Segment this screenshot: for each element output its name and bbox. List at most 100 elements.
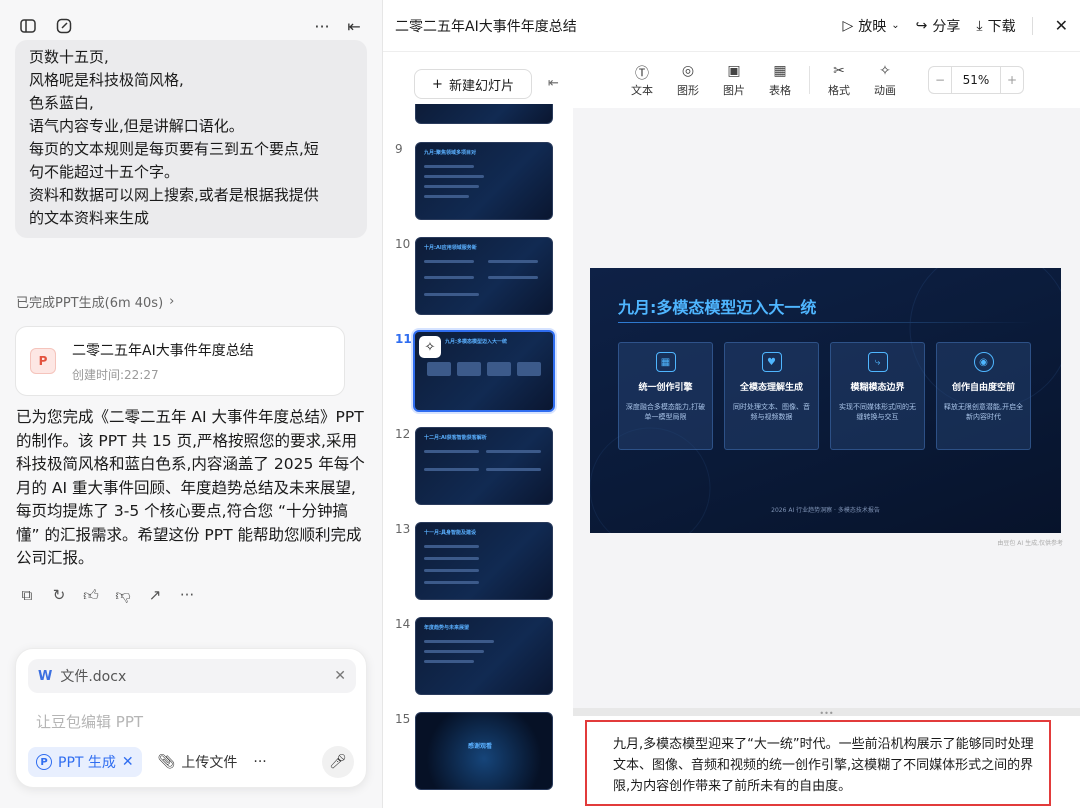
new-slide-button[interactable]: + 新建幻灯片 bbox=[414, 69, 532, 99]
new-slide-label: 新建幻灯片 bbox=[448, 78, 514, 94]
current-slide[interactable]: 九月:多模态模型迈入大一统 ▦ 统一创作引擎 深度融合多模态能力,打破单一模型局… bbox=[590, 268, 1061, 533]
upload-file-button[interactable]: 📎︎ 上传文件 bbox=[158, 752, 238, 772]
paperclip-icon: 📎︎ bbox=[157, 754, 176, 770]
user-message-line: 语气内容专业,但是讲解口语化。 bbox=[29, 117, 244, 135]
thumb-title: 九月:聚焦领域多项目对 bbox=[424, 150, 477, 156]
composer: W 文件.docx ✕ 让豆包编辑 PPT P PPT 生成 ✕ 📎︎ 上传文件… bbox=[15, 648, 367, 788]
animation-tool[interactable]: ✧ 动画 bbox=[862, 63, 908, 98]
composer-input[interactable]: 让豆包编辑 PPT bbox=[36, 711, 143, 732]
close-icon[interactable]: ✕ bbox=[1055, 16, 1068, 35]
slide-number: 14 bbox=[395, 617, 411, 631]
text-tool-label: 文本 bbox=[631, 83, 653, 97]
share-icon: ↪ bbox=[915, 17, 928, 34]
generation-status[interactable]: 已完成PPT生成(6m 40s) › bbox=[16, 292, 174, 311]
slide-thumbnail[interactable]: 十月:AI应用领域服务新 bbox=[415, 237, 553, 315]
more-actions-icon[interactable]: ··· bbox=[178, 586, 196, 604]
user-message: 页数十五页, 风格呢是科技极简风格, 色系蓝白, 语气内容专业,但是讲解口语化。… bbox=[15, 40, 367, 238]
user-message-line: 句不能超过十五个字。 bbox=[29, 163, 180, 181]
format-tool-label: 格式 bbox=[828, 83, 850, 97]
user-message-line: 的文本资料来生成 bbox=[29, 209, 150, 227]
slide-thumbnail[interactable]: 十一月:具身智能及建设 bbox=[415, 522, 553, 600]
document-title: 二零二五年AI大事件年度总结 bbox=[395, 18, 577, 35]
ppt-mode-icon: P bbox=[36, 754, 52, 770]
ppt-mode-chip[interactable]: P PPT 生成 ✕ bbox=[28, 747, 142, 777]
ppt-editor: 二零二五年AI大事件年度总结 ▷ 放映 ⌄ ↪ 分享 ⤓ 下载 ✕ + 新建幻灯… bbox=[383, 0, 1080, 808]
notes-resize-handle[interactable]: ••• bbox=[573, 708, 1080, 718]
animation-tool-label: 动画 bbox=[874, 83, 896, 97]
slide-footer: 2026 AI 行业趋势洞察 · 多模态技术报告 bbox=[771, 507, 880, 514]
feature-card: ⤷ 模糊模态边界 实现不同媒体形式间的无缝转换与交互 bbox=[830, 342, 925, 450]
shape-tool-label: 图形 bbox=[677, 83, 699, 97]
remove-attachment-icon[interactable]: ✕ bbox=[334, 668, 346, 684]
format-tool[interactable]: ✂ 格式 bbox=[816, 63, 862, 98]
more-icon[interactable]: ··· bbox=[310, 14, 334, 38]
download-label: 下载 bbox=[987, 18, 1016, 35]
play-button[interactable]: ▷ 放映 ⌄ bbox=[842, 16, 899, 36]
slide-thumbnail[interactable]: 年度趋势与未来展望 bbox=[415, 617, 553, 695]
collapse-panel-icon[interactable]: ⇤ bbox=[342, 14, 366, 38]
sidebar-toggle-icon[interactable] bbox=[16, 14, 40, 38]
slide-thumbnail[interactable] bbox=[415, 104, 553, 124]
image-tool[interactable]: ▣ 图片 bbox=[711, 63, 757, 98]
share-button[interactable]: ↪ 分享 bbox=[916, 16, 961, 36]
zoom-in-button[interactable]: + bbox=[1001, 73, 1023, 87]
copy-icon[interactable]: ⧉ bbox=[18, 586, 36, 604]
card-title: 统一创作引擎 bbox=[638, 383, 693, 393]
thumbs-down-icon[interactable]: 👎︎ bbox=[114, 586, 132, 604]
thumb-title: 十一月:具身智能及建设 bbox=[424, 530, 477, 536]
slide-number: 13 bbox=[395, 522, 411, 536]
ai-generated-note: 由豆包 AI 生成,仅供参考 bbox=[997, 540, 1063, 547]
slide-thumbnail[interactable]: 九月:聚焦领域多项目对 bbox=[415, 142, 553, 220]
image-tool-label: 图片 bbox=[723, 83, 745, 97]
file-name: 二零二五年AI大事件年度总结 bbox=[72, 342, 254, 359]
chip-icon: ▦ bbox=[655, 352, 676, 372]
slide-thumbnails: + 新建幻灯片 ⇤ 9 九月:聚焦领域多项目对 10 十月:AI应用领域服务新 … bbox=[383, 52, 573, 808]
route-icon: ⤷ bbox=[867, 352, 888, 372]
thumb-title: 年度趋势与未来展望 bbox=[424, 625, 470, 631]
speaker-notes[interactable]: 九月,多模态模型迎来了“大一统”时代。一些前沿机构展示了能够同时处理文本、图像、… bbox=[585, 720, 1051, 806]
card-desc: 同时处理文本、图像、音频与视频数据 bbox=[733, 403, 810, 421]
zoom-control: − 51% + bbox=[928, 66, 1024, 94]
slide-thumbnail[interactable]: 感谢观看 bbox=[415, 712, 553, 790]
ppt-file-card[interactable]: P 二零二五年AI大事件年度总结 创建时间:22:27 bbox=[15, 326, 345, 396]
thumb-title: 十二月:AI获客智能获客解析 bbox=[424, 435, 487, 441]
ai-sparkle-icon[interactable]: ✧ bbox=[419, 336, 441, 358]
shape-tool[interactable]: ◎ 图形 bbox=[665, 63, 711, 98]
slide-thumbnail-active[interactable]: 九月:多模态模型迈入大一统 ✧ bbox=[413, 330, 555, 412]
slide-number: 15 bbox=[395, 712, 411, 726]
collapse-thumbnails-icon[interactable]: ⇤ bbox=[548, 76, 559, 91]
slide-thumbnail[interactable]: 十二月:AI获客智能获客解析 bbox=[415, 427, 553, 505]
play-icon: ▷ bbox=[842, 17, 854, 34]
table-tool[interactable]: ▦ 表格 bbox=[757, 63, 803, 98]
zoom-out-button[interactable]: − bbox=[929, 73, 951, 87]
composer-toolbar: P PPT 生成 ✕ 📎︎ 上传文件 ··· 🎤︎ bbox=[28, 746, 354, 778]
feature-card: ◉ 创作自由度空前 释放无限创意潜能,开启全新内容时代 bbox=[936, 342, 1031, 450]
format-brush-icon: ✂ bbox=[833, 62, 845, 79]
regenerate-icon[interactable]: ↻ bbox=[50, 586, 68, 604]
thumb-title: 十月:AI应用领域服务新 bbox=[424, 245, 477, 251]
download-button[interactable]: ⤓ 下载 bbox=[976, 16, 1015, 36]
editor-topbar: 二零二五年AI大事件年度总结 ▷ 放映 ⌄ ↪ 分享 ⤓ 下载 ✕ bbox=[383, 0, 1080, 52]
text-tool[interactable]: Ⓣ 文本 bbox=[619, 63, 665, 98]
microphone-icon[interactable]: 🎤︎ bbox=[322, 746, 354, 778]
generation-status-text: 已完成PPT生成(6m 40s) bbox=[16, 296, 164, 311]
plus-icon: + bbox=[432, 76, 443, 92]
attachment-chip[interactable]: W 文件.docx ✕ bbox=[28, 659, 356, 693]
table-tool-label: 表格 bbox=[769, 83, 791, 97]
share-icon[interactable]: ↗ bbox=[146, 586, 164, 604]
message-actions: ⧉ ↻ 👍︎ 👎︎ ↗ ··· bbox=[18, 586, 196, 605]
new-chat-icon[interactable] bbox=[52, 14, 76, 38]
card-title: 模糊模态边界 bbox=[850, 383, 905, 393]
user-message-line: 页数十五页, bbox=[29, 48, 109, 66]
close-icon[interactable]: ✕ bbox=[122, 754, 134, 770]
ppt-mode-label: PPT 生成 bbox=[58, 755, 116, 771]
more-options[interactable]: ··· bbox=[253, 754, 266, 770]
card-desc: 释放无限创意潜能,开启全新内容时代 bbox=[943, 403, 1024, 421]
feature-card: ♥ 全模态理解生成 同时处理文本、图像、音频与视频数据 bbox=[724, 342, 819, 450]
radar-icon: ◉ bbox=[973, 352, 994, 372]
share-label: 分享 bbox=[932, 18, 961, 35]
text-icon: Ⓣ bbox=[635, 65, 649, 82]
download-icon: ⤓ bbox=[976, 17, 983, 34]
thumbs-up-icon[interactable]: 👍︎ bbox=[82, 586, 100, 604]
chevron-down-icon: ⌄ bbox=[891, 20, 900, 31]
